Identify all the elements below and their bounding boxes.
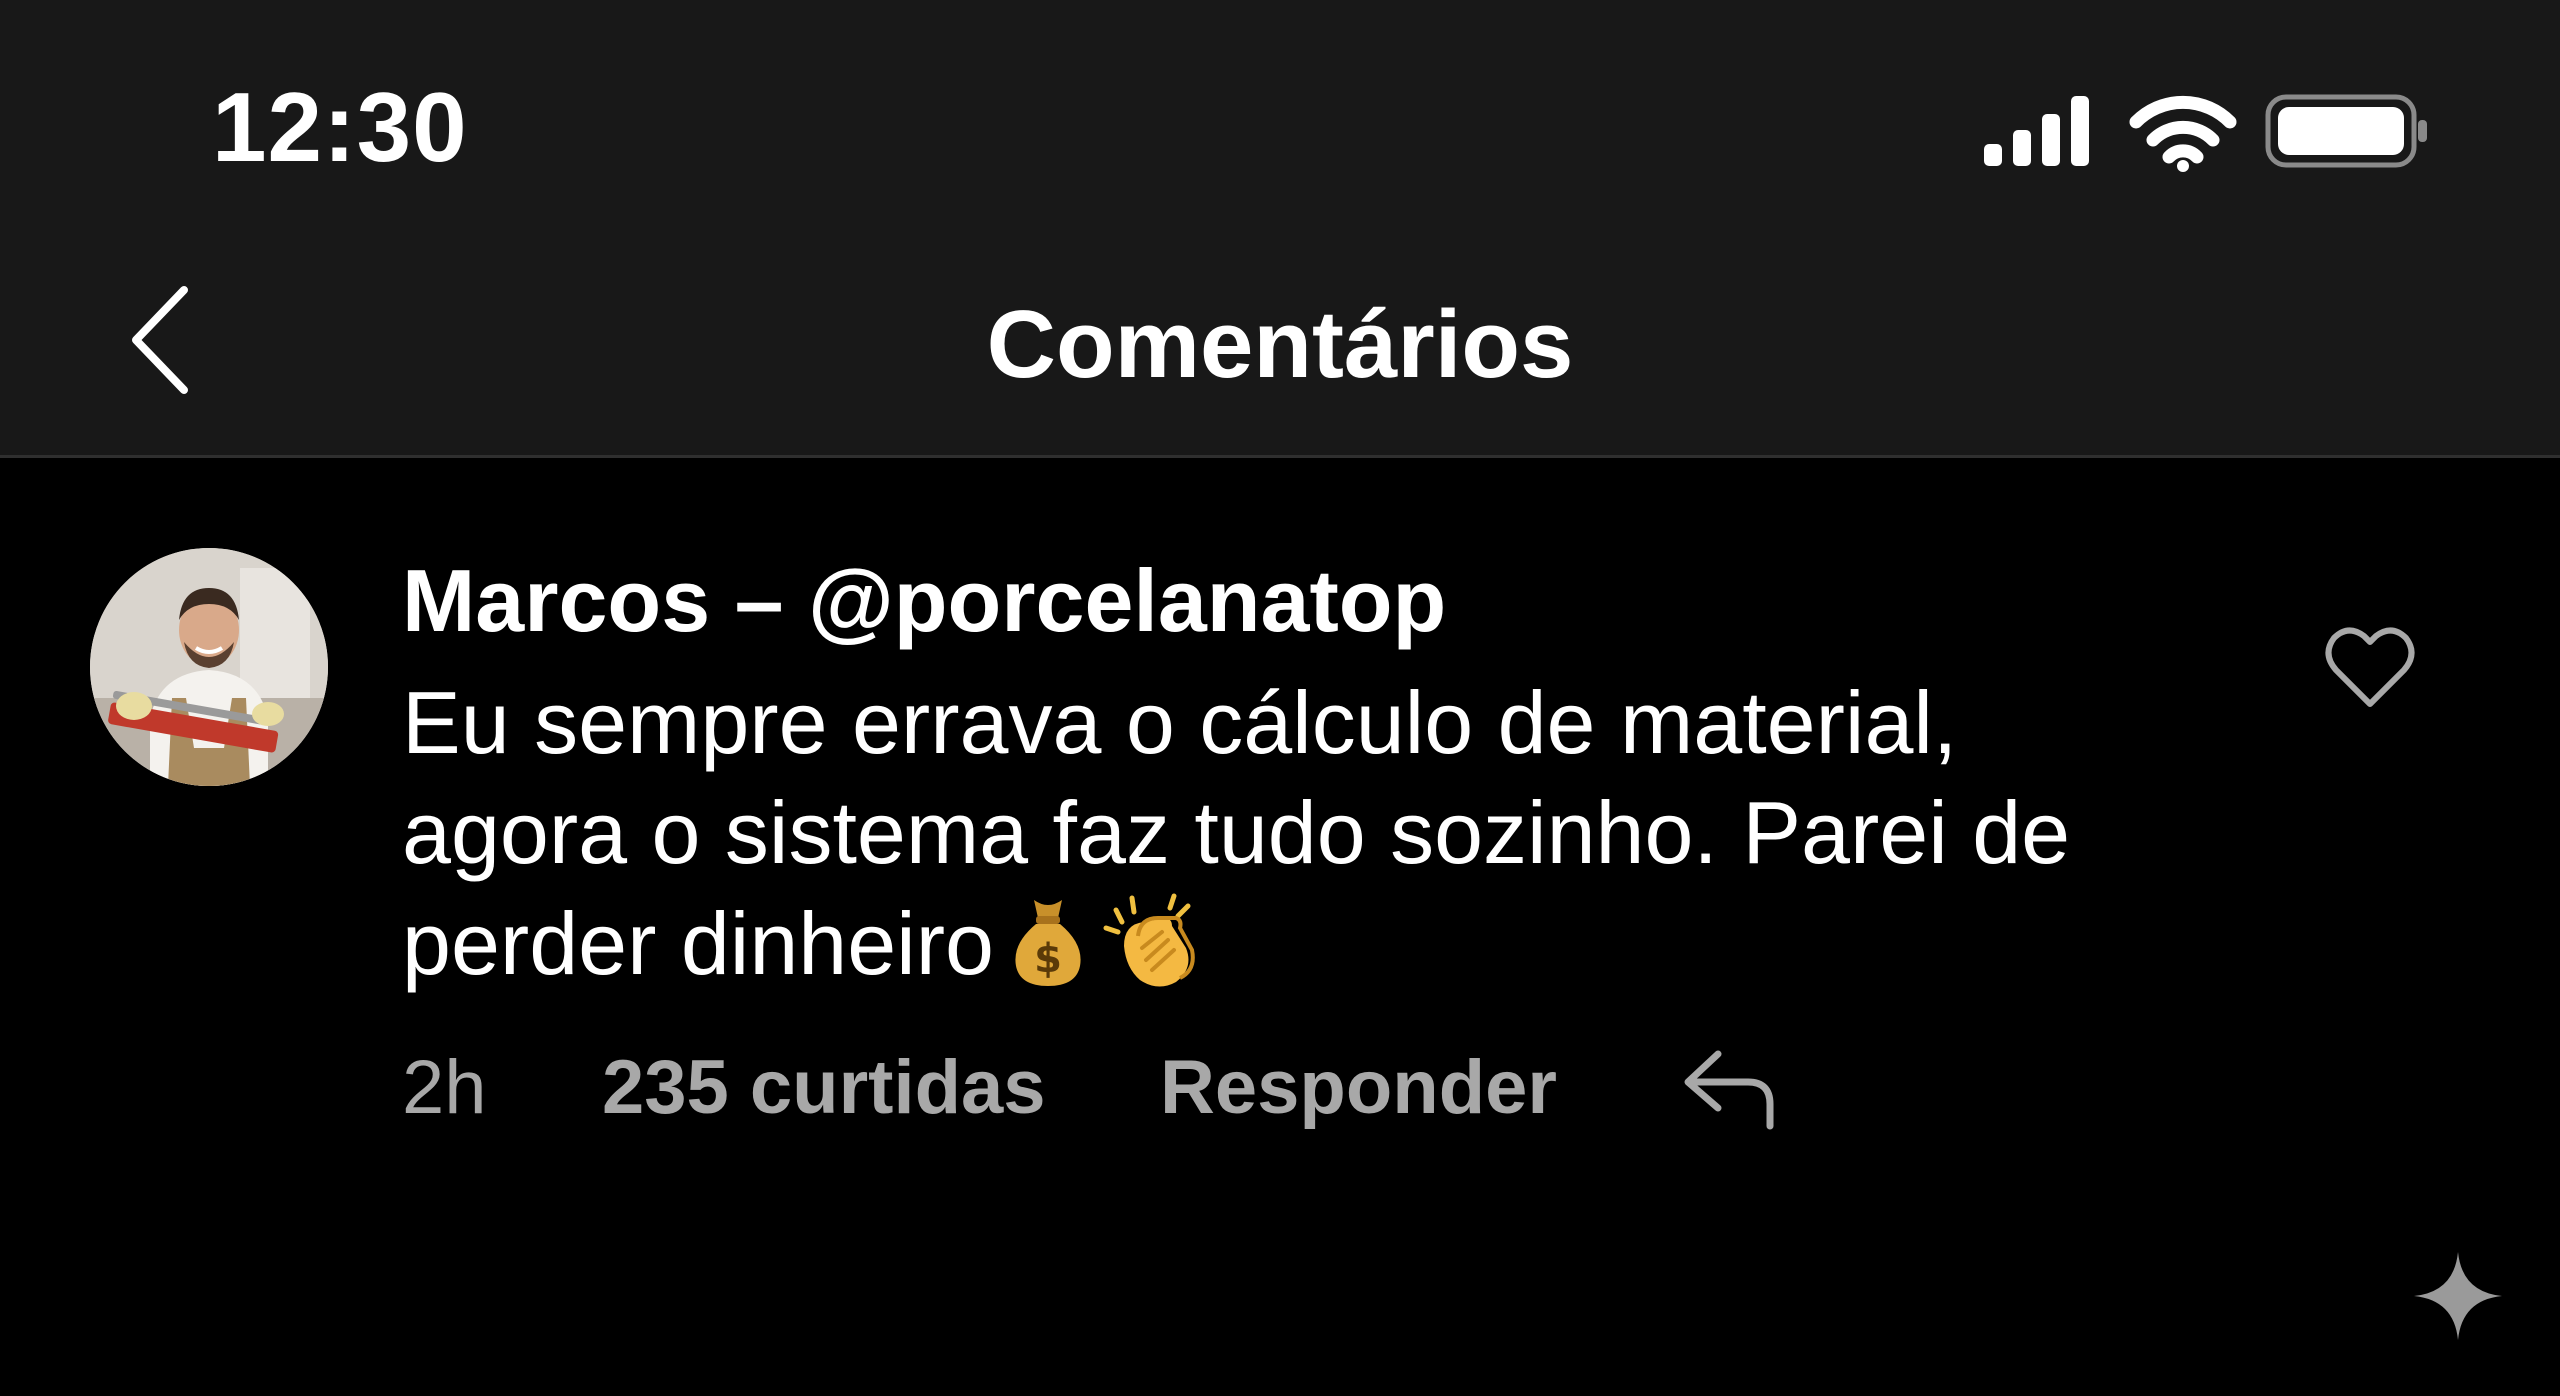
money-bag-emoji: $ [1008, 892, 1088, 1013]
like-button[interactable] [2322, 620, 2418, 716]
comment-text: Eu sempre errava o cálculo de material, … [402, 668, 2302, 1013]
sparkle-icon [2414, 1252, 2502, 1340]
clapping-hands-emoji [1102, 888, 1202, 1013]
heart-outline-icon [2325, 627, 2415, 707]
status-time: 12:30 [212, 72, 468, 182]
svg-text:$: $ [1034, 936, 1062, 982]
reply-arrow-icon[interactable] [1680, 1042, 1780, 1132]
comment-text-line: agora o sistema faz tudo sozinho. Parei … [402, 783, 2071, 882]
wifi-icon [2129, 95, 2237, 172]
comment-time: 2h [402, 1045, 487, 1130]
comment-author[interactable]: Marcos – @porcelanatop [402, 552, 1446, 650]
comment-text-line: Eu sempre errava o cálculo de material, [402, 673, 1958, 772]
page-title: Comentários [986, 291, 1574, 398]
avatar[interactable] [90, 548, 328, 786]
likes-count-link[interactable]: 235 curtidas [602, 1038, 1046, 1138]
signal-icon [1984, 96, 2089, 166]
reply-button[interactable]: Responder [1160, 1038, 1557, 1138]
battery-icon [2265, 94, 2427, 168]
avatar-image [90, 548, 328, 786]
top-bar: 12:30 Comentários [0, 0, 2560, 458]
comment-text-segment: perder dinheiro [402, 894, 994, 993]
comment-text-line: perder dinheiro $ [402, 888, 2302, 1013]
